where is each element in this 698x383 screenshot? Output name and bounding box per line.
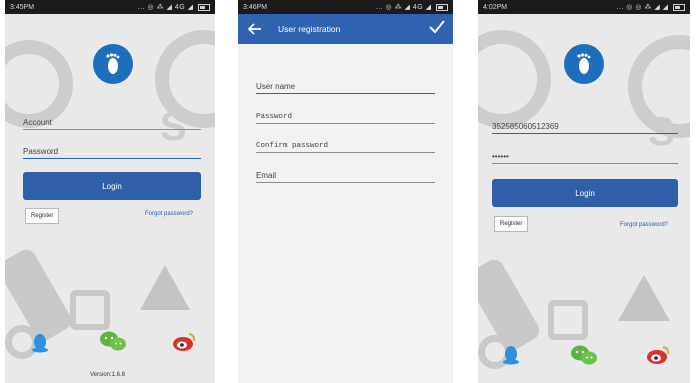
status-indicators: ... ◎ ⁂ ◢ 4G ◢ [137,4,194,11]
forgot-password-link[interactable]: Forgot password? [620,222,668,228]
battery-icon [436,3,448,11]
wechat-login-button[interactable] [570,344,598,371]
register-button[interactable]: Register [494,216,529,232]
status-bar: 4:02PM ... ◎ ◎ ⁂ ◢ ◢ [478,0,690,14]
email-placeholder: Email [256,171,277,180]
wechat-login-button[interactable] [99,330,127,357]
password-placeholder: Password [23,147,59,156]
version-label: Version:1.6.6 [90,372,126,378]
login-screen: S 3:45PM ... ◎ ⁂ ◢ 4G ◢ Account Password… [5,0,215,383]
wechat-icon [100,331,126,351]
wechat-icon [571,345,597,365]
bg-ring-decor [478,30,551,128]
page-title: User registration [278,24,341,34]
status-indicators: ... ◎ ◎ ⁂ ◢ ◢ [616,4,669,11]
qq-login-button[interactable] [502,345,520,370]
account-input[interactable]: Account [23,112,201,130]
login-screen-filled: S 4:02PM ... ◎ ◎ ⁂ ◢ ◢ 352585060512369 •… [478,0,690,383]
password-input[interactable]: Password [23,141,201,159]
login-button[interactable]: Login [492,179,678,207]
status-indicators: ... ◎ ⁂ ◢ 4G ◢ [375,4,432,11]
password-input[interactable]: •••••• [492,146,678,164]
back-arrow-icon [248,23,261,35]
foot-logo-icon [106,53,120,74]
email-input[interactable]: Email [256,165,435,183]
battery-icon [198,3,210,11]
confirm-password-placeholder: Confirm password [256,142,329,150]
weibo-icon [173,333,196,351]
username-placeholder: User name [256,82,296,91]
login-button[interactable]: Login [23,172,201,200]
weibo-icon [647,346,670,364]
battery-icon [673,3,685,11]
bg-band-decor [478,256,543,354]
username-input[interactable]: User name [256,76,435,94]
status-time: 3:45PM [10,3,35,11]
bg-bell-decor [140,265,190,310]
check-icon [429,20,445,34]
app-logo [564,44,604,84]
forgot-password-link[interactable]: Forgot password? [145,211,193,217]
weibo-login-button[interactable] [172,332,196,357]
account-input[interactable]: 352585060512369 [492,116,678,134]
foot-logo-icon [577,53,591,74]
register-button[interactable]: Register [25,208,60,224]
bg-watch-decor [70,290,110,330]
qq-icon [503,346,519,365]
bg-band-decor [5,246,75,344]
account-placeholder: Account [23,118,52,127]
password-input[interactable]: Password [256,106,435,124]
back-button[interactable] [244,14,266,44]
confirm-button[interactable] [429,20,445,39]
password-value: •••••• [492,152,509,161]
bg-watch-decor [548,300,588,340]
account-value: 352585060512369 [492,122,559,131]
confirm-password-input[interactable]: Confirm password [256,135,435,153]
qq-login-button[interactable] [31,333,49,358]
status-bar: 3:46PM ... ◎ ⁂ ◢ 4G ◢ [238,0,453,14]
weibo-login-button[interactable] [646,345,670,370]
password-placeholder: Password [256,113,293,121]
status-time: 3:46PM [243,3,268,11]
status-time: 4:02PM [483,3,508,11]
app-logo [93,44,133,84]
app-bar: User registration [238,14,453,44]
qq-icon [32,334,48,353]
bg-bell-decor [618,275,670,321]
status-bar: 3:45PM ... ◎ ⁂ ◢ 4G ◢ [5,0,215,14]
registration-screen: 3:46PM ... ◎ ⁂ ◢ 4G ◢ User registration … [238,0,453,383]
